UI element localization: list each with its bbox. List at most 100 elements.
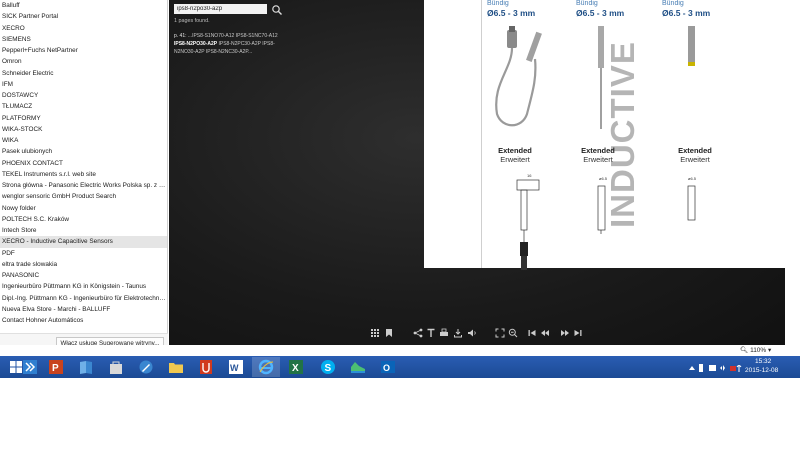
taskbar-word-icon[interactable]: W <box>222 357 250 377</box>
sound-icon[interactable] <box>467 328 477 338</box>
clock-date[interactable]: 2015-12-08 <box>745 367 778 374</box>
favorite-item[interactable]: Pepperl+Fuchs NetPartner <box>0 45 167 56</box>
taskbar: P W X S O 15:32 2015-12-08 <box>0 356 800 378</box>
favorite-item[interactable]: TEKEL Instruments s.r.l. web site <box>0 169 167 180</box>
svg-text:W: W <box>230 363 239 373</box>
result-context-before: ...IPS8-S1NO70-A12 IPS8-S1NC70-A12 <box>186 33 278 39</box>
system-tray <box>688 361 744 373</box>
extended-label: Extended <box>498 146 532 155</box>
bookmark-icon[interactable] <box>384 328 394 338</box>
favorite-item[interactable]: Balluff <box>0 0 167 11</box>
extended-label: Extended <box>678 146 712 155</box>
flush-label: Bündig <box>662 0 684 7</box>
diameter-label: Ø6.5 - 3 mm <box>487 8 536 18</box>
zoom-out-icon[interactable] <box>508 328 518 338</box>
favorite-item[interactable]: Omron <box>0 56 167 67</box>
favorite-item[interactable]: PDF <box>0 248 167 259</box>
search-icon[interactable] <box>271 3 283 15</box>
favorite-item[interactable]: POLTECH S.C. Kraków <box>0 214 167 225</box>
document-viewer: 1 pages found. p. 41: ...IPS8-S1NO70-A12… <box>169 0 785 345</box>
result-match: IPS8-N2PO30-A2P <box>174 41 218 47</box>
taskbar-powerpoint-icon[interactable]: P <box>42 357 70 377</box>
favorite-item[interactable]: SICK Partner Portal <box>0 11 167 22</box>
svg-text:ø6.5: ø6.5 <box>688 176 697 181</box>
flush-label: Bündig <box>576 0 598 7</box>
viewer-toolbar <box>169 323 785 345</box>
page-divider <box>481 0 482 268</box>
taskbar-bag-icon[interactable] <box>102 357 130 377</box>
favorite-item[interactable]: Nowy folder <box>0 203 167 214</box>
svg-text:ø6.5: ø6.5 <box>599 176 608 181</box>
tray-icons <box>689 364 742 372</box>
taskbar-outlook-icon[interactable]: O <box>374 357 402 377</box>
catalog-page: INDUCTIVE Bündig Ø6.5 - 3 mm Extended Er… <box>424 0 785 270</box>
zoom-icon: 🔍︎ <box>740 347 751 354</box>
favorite-item[interactable]: Contact Hohner Automáticos <box>0 315 167 326</box>
taskbar-excel-icon[interactable]: X <box>282 357 310 377</box>
favorite-item[interactable]: Schneider Electric <box>0 68 167 79</box>
sensor-image <box>688 26 695 66</box>
taskbar-chart-app-icon[interactable] <box>344 357 372 377</box>
taskbar-book-icon[interactable] <box>72 357 100 377</box>
svg-text:S: S <box>325 363 332 374</box>
share-icon[interactable] <box>413 328 423 338</box>
sensor-cable-image <box>598 26 604 129</box>
favorite-item[interactable]: Intech Store <box>0 225 167 236</box>
favorite-item[interactable]: Dipl.-Ing. Püttmann KG - Ingenieurbüro f… <box>0 293 167 304</box>
taskbar-folder-icon[interactable] <box>162 357 190 377</box>
favorite-item[interactable]: PANASONIC <box>0 270 167 281</box>
favorite-item[interactable]: wenglor sensoric GmbH Product Search <box>0 191 167 202</box>
zoom-control[interactable]: 🔍︎ 110% ▾ <box>740 346 771 354</box>
favorite-item[interactable]: Strona główna - Panasonic Electric Works… <box>0 180 167 191</box>
favorites-panel: Balluff SICK Partner Portal XECRO SIEMEN… <box>0 0 168 352</box>
taskbar-browser-icon[interactable] <box>252 357 280 377</box>
sensor-cable-image <box>495 26 542 127</box>
thumbnails-icon[interactable] <box>370 328 380 338</box>
chevron-down-icon: ▾ <box>766 347 772 354</box>
favorite-item[interactable]: WIKA <box>0 135 167 146</box>
taskbar-skype-icon[interactable]: S <box>314 357 342 377</box>
pages-found-text: 1 pages found. <box>174 18 210 24</box>
taskbar-app-arrows-icon[interactable] <box>16 357 44 377</box>
fullscreen-icon[interactable] <box>495 328 505 338</box>
print-icon[interactable] <box>439 328 449 338</box>
taskbar-red-app-icon[interactable] <box>192 357 220 377</box>
diameter-label: Ø6.5 - 3 mm <box>576 8 625 18</box>
product-column-3: Bündig Ø6.5 - 3 mm Extended Erweitert ø6… <box>662 0 722 221</box>
first-page-icon[interactable] <box>527 328 537 338</box>
diameter-label: Ø6.5 - 3 mm <box>662 8 711 18</box>
favorite-item-selected[interactable]: XECRO - Inductive Capacitive Sensors <box>0 236 167 248</box>
favorite-item[interactable]: SIEMENS <box>0 34 167 45</box>
previous-page-icon[interactable] <box>540 328 550 338</box>
screen: Balluff SICK Partner Portal XECRO SIEMEN… <box>0 0 800 450</box>
favorite-item[interactable]: WIKA-STOCK <box>0 124 167 135</box>
taskbar-pen-icon[interactable] <box>132 357 160 377</box>
favorite-item[interactable]: PHOENIX CONTACT <box>0 158 167 169</box>
text-icon[interactable] <box>426 328 436 338</box>
svg-text:P: P <box>52 363 59 374</box>
favorites-list: Balluff SICK Partner Portal XECRO SIEMEN… <box>0 0 167 326</box>
search-input[interactable] <box>174 4 267 14</box>
favorite-item[interactable]: eltra trade slowakia <box>0 259 167 270</box>
favorite-item[interactable]: PLATFORMY <box>0 113 167 124</box>
next-page-icon[interactable] <box>560 328 570 338</box>
svg-text:X: X <box>292 363 299 374</box>
flush-label: Bündig <box>487 0 509 7</box>
favorite-item[interactable]: XECRO <box>0 23 167 34</box>
favorite-item[interactable]: TŁUMACZ <box>0 101 167 112</box>
favorite-item[interactable]: IFM <box>0 79 167 90</box>
extended-label-de: Erweitert <box>583 155 613 164</box>
clock-time[interactable]: 15:32 <box>755 358 771 365</box>
last-page-icon[interactable] <box>573 328 583 338</box>
favorite-item[interactable]: Ingenieurbüro Püttmann KG in Königstein … <box>0 281 167 292</box>
zoom-level-text: 110% <box>750 347 767 354</box>
extended-label: Extended <box>581 146 615 155</box>
extended-label-de: Erweitert <box>680 155 710 164</box>
favorite-item[interactable]: Nueva Elva Store - Marchi - BALLUFF <box>0 304 167 315</box>
search-result[interactable]: p. 41: ...IPS8-S1NO70-A12 IPS8-S1NC70-A1… <box>174 32 286 56</box>
search-panel: 1 pages found. p. 41: ...IPS8-S1NO70-A12… <box>169 0 283 323</box>
favorite-item[interactable]: DOSTAWCY <box>0 90 167 101</box>
favorite-item[interactable]: Pasek ulubionych <box>0 146 167 157</box>
download-icon[interactable] <box>453 328 463 338</box>
svg-text:O: O <box>383 363 390 373</box>
